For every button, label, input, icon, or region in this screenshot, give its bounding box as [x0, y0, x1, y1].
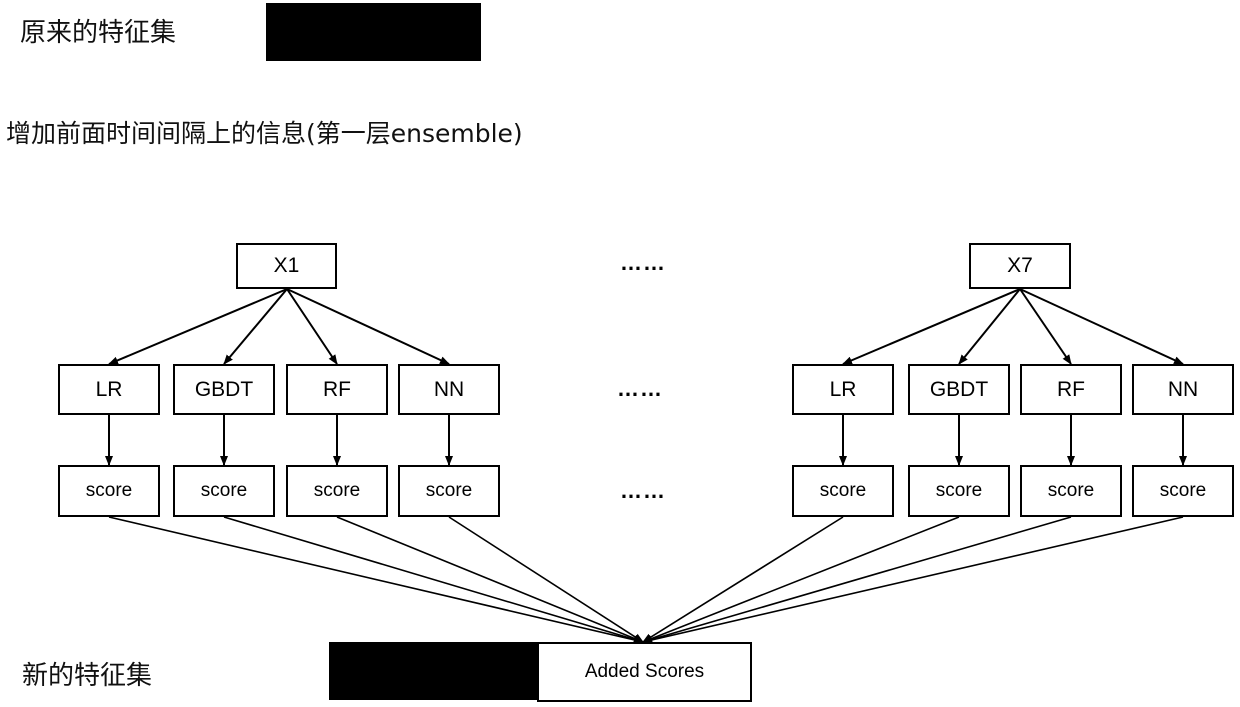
arrow-score-to-added [223, 516, 644, 644]
arrow-score-to-added [336, 516, 644, 643]
score-node: score [1020, 465, 1122, 517]
arrow-score-to-added [108, 516, 644, 644]
arrow-score-to-added [448, 516, 644, 643]
score-node: score [908, 465, 1010, 517]
arrow-score-to-added [642, 516, 1072, 644]
model-node-lr: LR [58, 364, 160, 415]
score-node: score [398, 465, 500, 517]
score-node: score [1132, 465, 1234, 517]
model-node-nn: NN [398, 364, 500, 415]
score-node: score [792, 465, 894, 517]
arrow-input-to-model [958, 288, 1021, 365]
score-node: score [173, 465, 275, 517]
arrow-input-to-model [108, 288, 288, 365]
ellipsis-models: …… [617, 376, 663, 401]
arrow-input-to-model [223, 288, 288, 365]
model-node-lr: LR [792, 364, 894, 415]
new-feature-set-label: 新的特征集 [22, 661, 153, 691]
input-node-x1: X1 [236, 243, 337, 289]
new-feature-set-original-part [329, 642, 537, 700]
ellipsis-inputs: …… [620, 250, 666, 275]
model-node-rf: RF [286, 364, 388, 415]
model-node-nn: NN [1132, 364, 1234, 415]
edges-layer [105, 288, 1187, 644]
ellipsis-scores: …… [620, 478, 666, 503]
input-node-x7: X7 [969, 243, 1071, 289]
model-node-gbdt: GBDT [173, 364, 275, 415]
score-node: score [286, 465, 388, 517]
arrow-score-to-added [642, 516, 844, 643]
arrow-input-to-model [842, 288, 1021, 365]
model-node-rf: RF [1020, 364, 1122, 415]
added-scores-box: Added Scores [537, 642, 752, 702]
score-node: score [58, 465, 160, 517]
model-node-gbdt: GBDT [908, 364, 1010, 415]
